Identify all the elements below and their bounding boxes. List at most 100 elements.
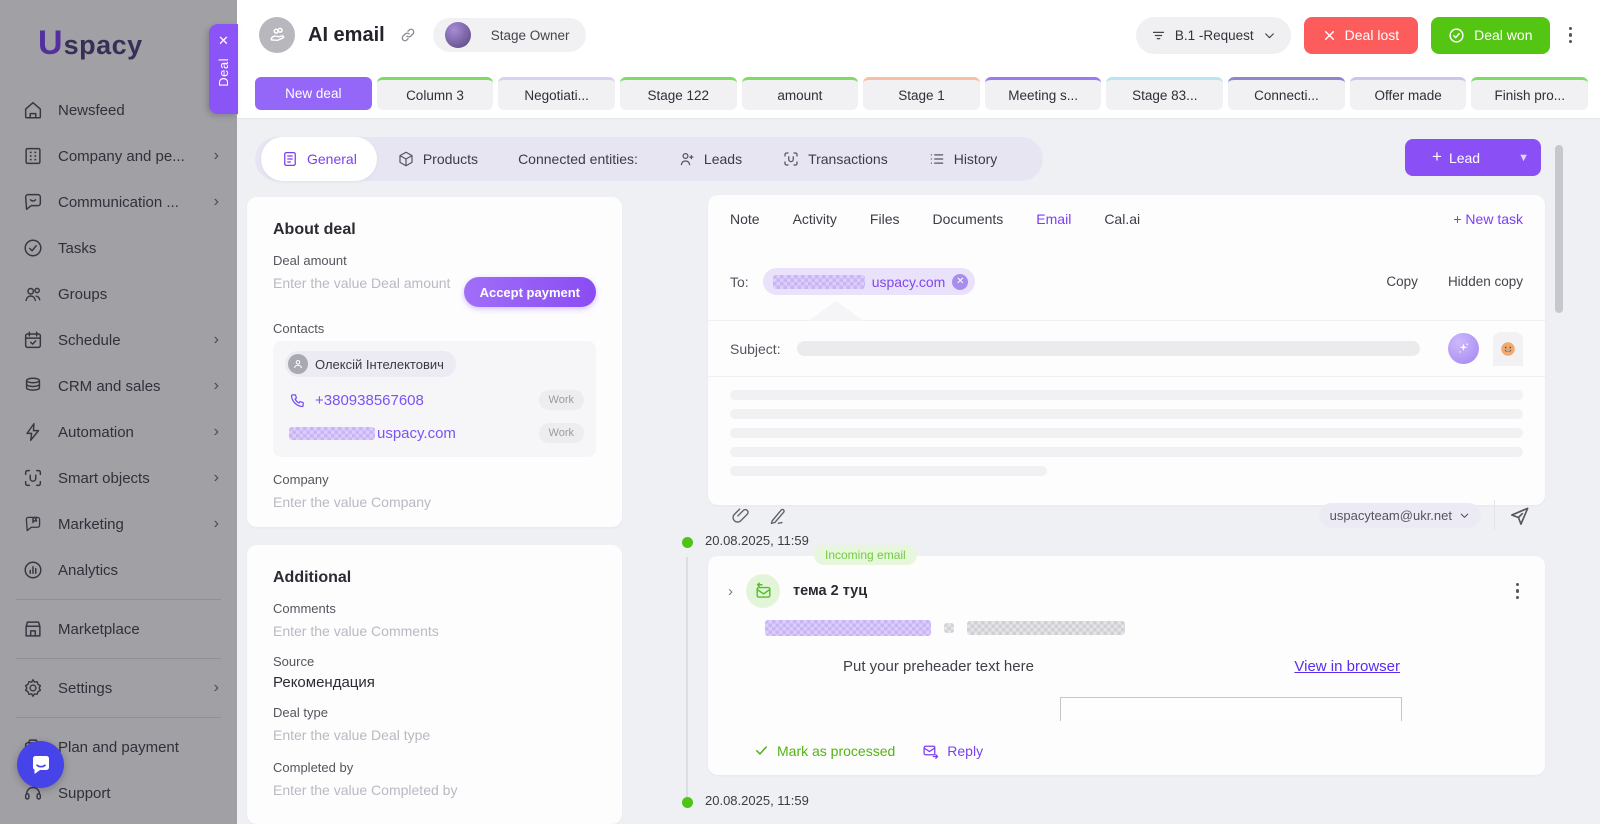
tab-connected-entities[interactable]: Connected entities: <box>498 137 658 181</box>
email-more-menu-icon[interactable] <box>1510 579 1526 604</box>
reply-button[interactable]: Reply <box>922 742 983 759</box>
completed-by-label: Completed by <box>273 759 354 775</box>
signature-icon[interactable] <box>767 505 788 526</box>
tab-files[interactable]: Files <box>870 211 900 227</box>
completed-by-field[interactable]: Enter the value Completed by <box>273 780 596 800</box>
deal-amount-field[interactable]: Enter the value Deal amount <box>273 273 453 293</box>
tab-products[interactable]: Products <box>377 137 498 181</box>
filter-icon <box>1151 28 1166 43</box>
contact-phone-link[interactable]: +380938567608 <box>315 392 424 409</box>
source-value[interactable]: Рекомендация <box>273 674 596 691</box>
stage-finish[interactable]: Finish pro... <box>1471 77 1589 110</box>
x-icon <box>1323 29 1336 42</box>
additional-title: Additional <box>273 569 352 586</box>
about-deal-title: About deal <box>273 221 356 238</box>
add-lead-button[interactable]: + Lead ▼ <box>1405 139 1541 176</box>
pipeline-selector[interactable]: B.1 -Request <box>1135 16 1291 54</box>
incoming-mail-icon <box>746 574 780 608</box>
censored-email-local <box>289 426 375 440</box>
tab-activity[interactable]: Activity <box>793 211 837 227</box>
recipient-domain: uspacy.com <box>871 273 946 290</box>
vertical-scrollbar[interactable] <box>1555 145 1563 313</box>
tab-note[interactable]: Note <box>730 211 760 227</box>
stage-column-3[interactable]: Column 3 <box>376 77 494 110</box>
stage-122[interactable]: Stage 122 <box>619 77 737 110</box>
timeline-date: 20.08.2025, 11:59 <box>705 533 809 548</box>
contact-email-link[interactable]: uspacy.com <box>377 425 456 442</box>
deal-content: General Products Connected entities: Lea… <box>237 119 1600 824</box>
link-icon[interactable] <box>399 26 417 44</box>
deal-won-button[interactable]: Deal won <box>1431 16 1550 54</box>
chevron-down-icon <box>1263 29 1276 42</box>
deal-type-label: Deal type <box>273 705 328 721</box>
stage-amount[interactable]: amount <box>741 77 859 110</box>
deal-amount-label: Deal amount <box>273 253 347 268</box>
company-label: Company <box>273 472 329 487</box>
more-menu-icon[interactable] <box>1563 23 1579 48</box>
tab-calai[interactable]: Cal.ai <box>1104 211 1140 227</box>
ai-assist-button[interactable] <box>1448 333 1479 364</box>
stage-negotiation[interactable]: Negotiati... <box>498 77 615 110</box>
email-composer: Note Activity Files Documents Email Cal.… <box>708 195 1545 530</box>
tab-leads[interactable]: Leads <box>658 137 762 181</box>
accept-payment-button[interactable]: Accept payment <box>463 277 596 307</box>
sidebar-overlay[interactable] <box>0 0 237 824</box>
expand-chevron-icon[interactable]: › <box>728 583 733 600</box>
deal-slideover-tab[interactable]: ✕ Deal <box>209 24 238 114</box>
deal-type-field[interactable]: Enter the value Deal type <box>273 725 596 745</box>
header-actions: B.1 -Request Deal lost Deal won <box>1135 16 1579 54</box>
subject-label: Subject: <box>730 340 781 357</box>
view-in-browser-link[interactable]: View in browser <box>1294 658 1400 675</box>
company-field[interactable]: Enter the value Company <box>273 492 596 512</box>
email-content-preview <box>1060 697 1402 721</box>
timeline-dot <box>682 797 693 808</box>
tab-transactions[interactable]: Transactions <box>762 137 908 181</box>
tab-history[interactable]: History <box>908 137 1018 181</box>
from-account-selector[interactable]: uspacyteam@ukr.net <box>1318 502 1481 528</box>
owner-avatar <box>444 22 471 48</box>
tab-email[interactable]: Email <box>1036 211 1071 227</box>
contact-chip[interactable]: Олексій Інтелектович <box>285 351 456 377</box>
stage-83[interactable]: Stage 83... <box>1106 77 1224 110</box>
contact-name: Олексій Інтелектович <box>315 356 444 372</box>
subject-input[interactable] <box>796 341 1420 356</box>
pipeline-label: B.1 -Request <box>1174 27 1254 43</box>
deal-lost-button[interactable]: Deal lost <box>1303 16 1419 54</box>
attach-icon[interactable] <box>730 505 751 526</box>
new-task-button[interactable]: + New task <box>1453 211 1523 227</box>
recipient-chip[interactable]: uspacy.com ✕ <box>762 268 976 295</box>
tab-documents[interactable]: Documents <box>932 211 1003 227</box>
deal-avatar <box>259 17 295 53</box>
stage-new-deal[interactable]: New deal <box>255 77 372 110</box>
timeline-line <box>686 557 688 797</box>
timeline-date: 20.08.2025, 11:59 <box>705 793 809 808</box>
remove-recipient-icon[interactable]: ✕ <box>952 273 969 290</box>
email-body-editor[interactable] <box>708 377 1545 489</box>
stage-offer-made[interactable]: Offer made <box>1349 77 1467 110</box>
tab-general[interactable]: General <box>261 137 377 181</box>
chevron-down-icon[interactable]: ▼ <box>1506 152 1541 164</box>
stage-owner-label: Stage Owner <box>490 27 570 43</box>
send-icon[interactable] <box>1508 504 1531 527</box>
stage-1[interactable]: Stage 1 <box>863 77 980 110</box>
censored-recipient-local <box>772 274 865 289</box>
stage-connection[interactable]: Connecti... <box>1228 77 1345 110</box>
person-icon <box>288 354 308 374</box>
support-chat-button[interactable] <box>17 741 64 788</box>
stage-meeting[interactable]: Meeting s... <box>984 77 1102 110</box>
document-icon <box>281 150 299 168</box>
stage-owner-pill[interactable]: Stage Owner <box>432 18 586 52</box>
emoji-picker-button[interactable] <box>1493 331 1523 366</box>
cc-button[interactable]: Copy <box>1386 274 1418 289</box>
bcc-button[interactable]: Hidden copy <box>1448 274 1523 289</box>
source-label: Source <box>273 654 315 670</box>
email-subject-title[interactable]: тема 2 туц <box>793 583 867 599</box>
composer-tabs: Note Activity Files Documents Email Cal.… <box>708 195 1545 243</box>
comments-field[interactable]: Enter the value Comments <box>273 621 596 641</box>
email-type-badge: Work <box>538 423 584 443</box>
divider <box>1494 500 1495 530</box>
close-icon[interactable]: ✕ <box>218 32 229 50</box>
mark-processed-button[interactable]: Mark as processed <box>754 743 895 759</box>
phone-type-badge: Work <box>538 390 584 410</box>
incoming-email-badge: Incoming email <box>814 545 917 565</box>
